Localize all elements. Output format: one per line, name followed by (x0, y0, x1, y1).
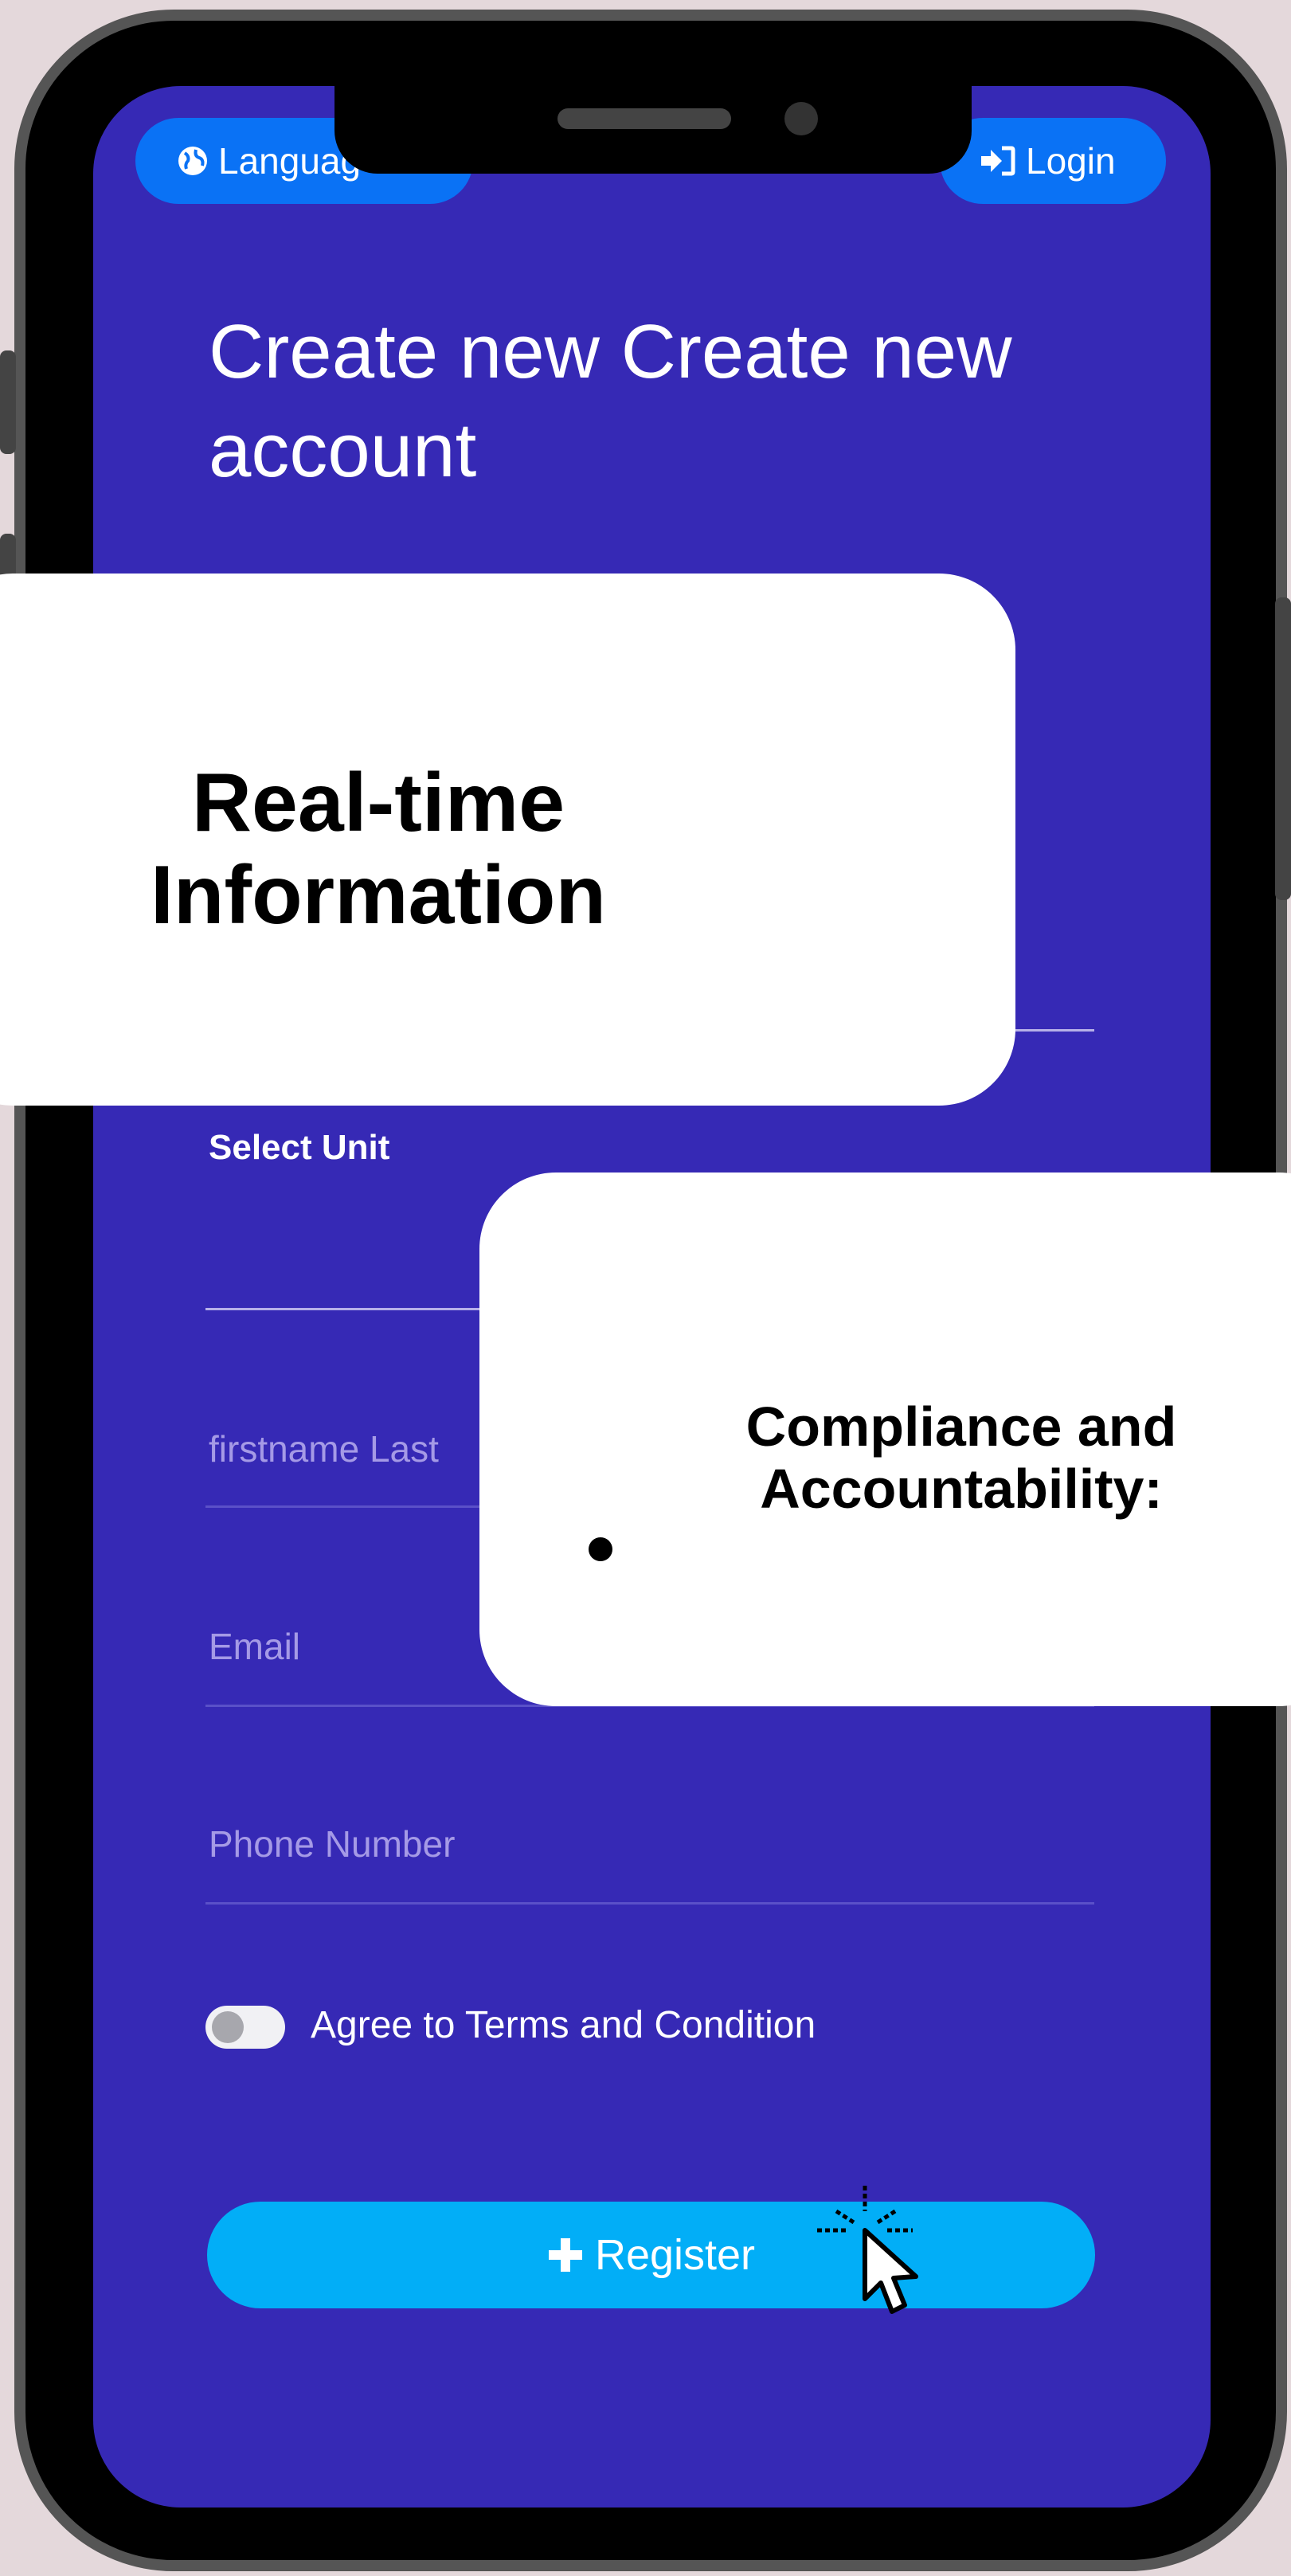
info-card-realtime: Real-time Information (0, 574, 1015, 1106)
mouse-pointer-icon (812, 2179, 932, 2323)
agree-toggle[interactable] (205, 2006, 285, 2049)
select-unit-label: Select Unit (209, 1128, 390, 1167)
email-input[interactable]: Email (209, 1625, 300, 1668)
bullet-dot (589, 1537, 612, 1561)
phone-side-button-left-1 (0, 350, 16, 454)
phone-camera (784, 102, 818, 135)
sign-in-icon (978, 145, 1016, 177)
card-title-compliance: Compliance and Accountability: (745, 1396, 1177, 1520)
register-label: Register (594, 2231, 756, 2279)
page-title: Create new Create new account (209, 309, 1012, 493)
login-button[interactable]: Login (940, 118, 1166, 204)
phone-input[interactable]: Phone Number (209, 1822, 455, 1865)
card-title-realtime: Real-time Information (151, 757, 606, 942)
phone-underline (205, 1902, 1094, 1905)
agree-label: Agree to Terms and Condition (311, 2004, 816, 2046)
info-card-compliance: Compliance and Accountability: (479, 1173, 1291, 1706)
phone-side-button-right (1275, 597, 1291, 900)
name-input[interactable]: firstname Last (209, 1427, 439, 1470)
register-button[interactable]: Register (207, 2202, 1095, 2308)
toggle-knob (212, 2011, 244, 2043)
login-label: Login (1026, 140, 1116, 182)
phone-speaker (557, 108, 731, 129)
plus-icon (547, 2237, 584, 2273)
globe-icon (177, 145, 209, 177)
